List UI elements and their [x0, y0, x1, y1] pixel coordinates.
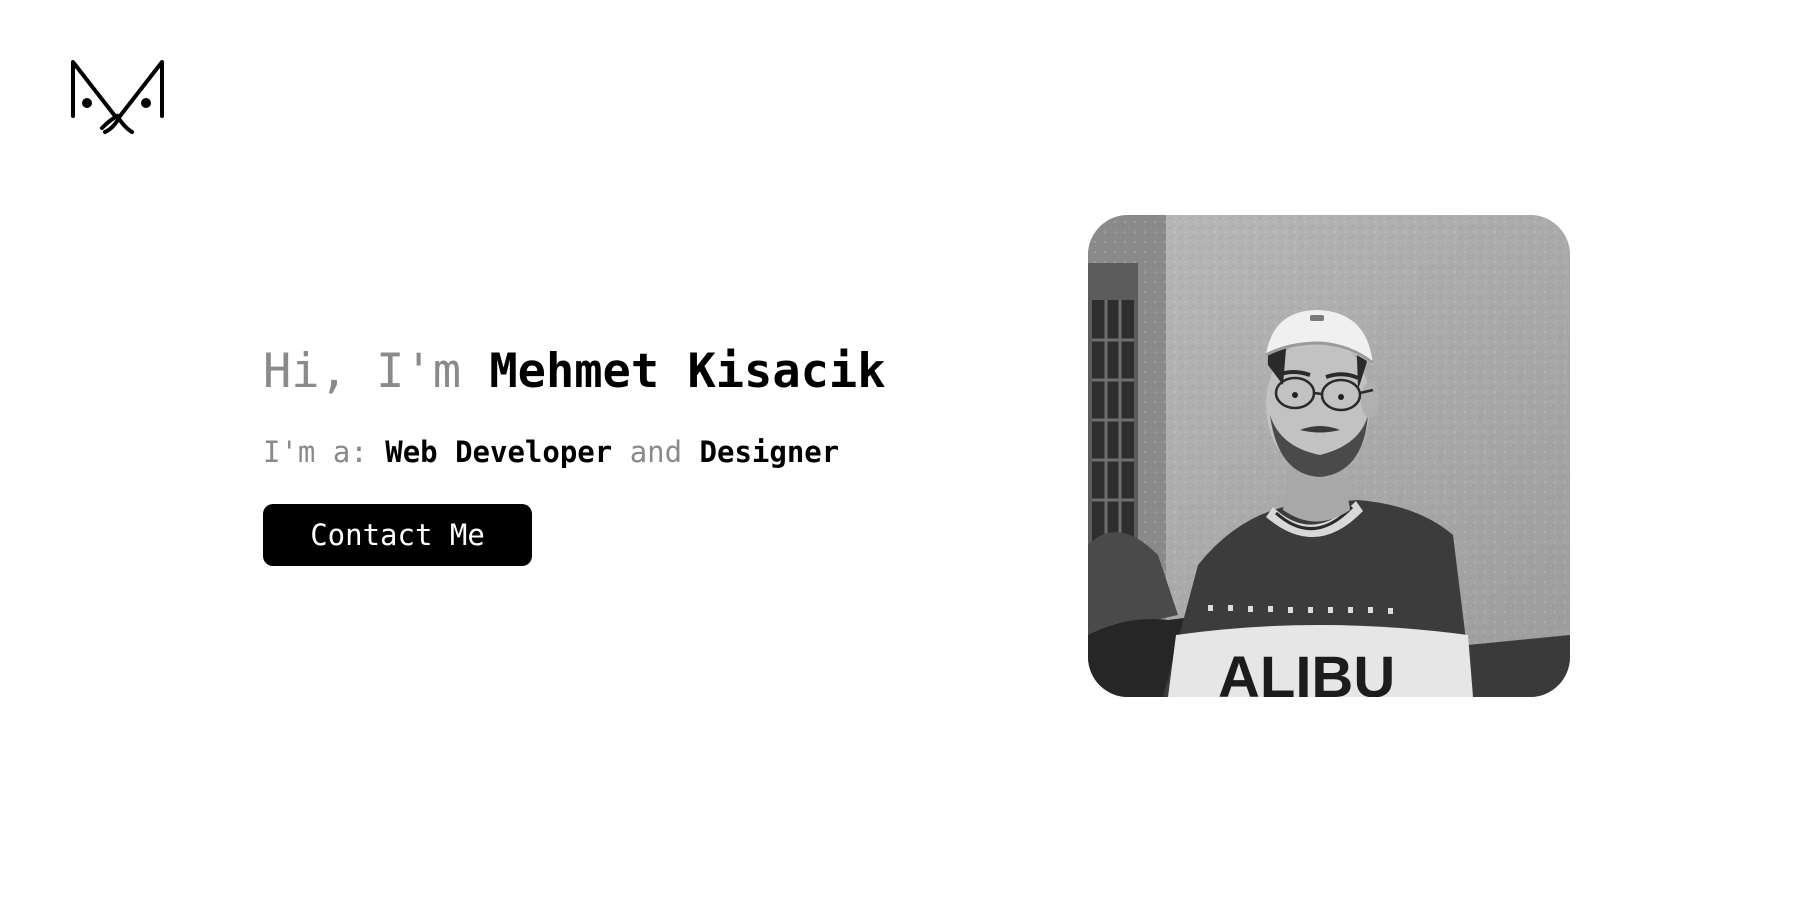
role-secondary: Designer: [699, 435, 840, 469]
role-joiner: and: [629, 435, 683, 469]
mk-monogram-logo-icon[interactable]: [70, 58, 170, 138]
page: Hi, I'm Mehmet Kisacik I'm a: Web Develo…: [0, 0, 1800, 900]
greeting-heading: Hi, I'm Mehmet Kisacik: [263, 340, 886, 404]
role-line: I'm a: Web Developer and Designer: [263, 432, 886, 472]
role-prefix: I'm a:: [263, 435, 368, 469]
portrait-photo: ALIBU: [1088, 215, 1570, 697]
hero-intro: Hi, I'm Mehmet Kisacik I'm a: Web Develo…: [263, 340, 886, 566]
shirt-lettering: ALIBU: [1218, 645, 1395, 697]
name-text: Mehmet Kisacik: [489, 344, 886, 399]
bottom-edge: [0, 896, 1800, 900]
greeting-prefix: Hi, I'm: [263, 344, 462, 399]
role-primary: Web Developer: [385, 435, 613, 469]
contact-me-button[interactable]: Contact Me: [263, 504, 532, 566]
